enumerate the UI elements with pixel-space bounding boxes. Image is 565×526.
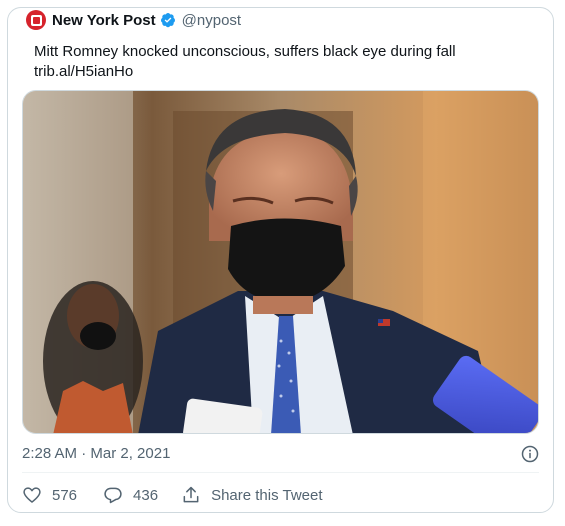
share-tweet-button[interactable]: Share this Tweet xyxy=(181,485,323,505)
tweet-text: Mitt Romney knocked unconscious, suffers… xyxy=(34,43,456,60)
heart-icon xyxy=(23,487,41,503)
like-button[interactable]: 576 xyxy=(22,485,77,505)
like-count: 576 xyxy=(52,486,78,504)
info-icon[interactable] xyxy=(521,445,539,468)
author-handle[interactable]: @nypost xyxy=(182,12,241,29)
reply-count: 436 xyxy=(133,486,159,504)
tweet-timestamp[interactable]: 2:28 AM · Mar 2, 2021 xyxy=(22,445,170,462)
actions-divider xyxy=(22,472,539,473)
tweet-actions: 576 436 Share this Tweet xyxy=(22,485,323,505)
tweet-author[interactable]: New York Post @nypost xyxy=(26,9,241,31)
verified-badge-icon xyxy=(160,12,176,28)
reply-bubble-icon xyxy=(104,487,122,504)
author-avatar[interactable] xyxy=(26,10,46,30)
author-name[interactable]: New York Post xyxy=(52,12,156,29)
reply-button[interactable]: 436 xyxy=(103,485,158,505)
share-upload-icon xyxy=(183,486,199,503)
tweet-link[interactable]: trib.al/H5ianHo xyxy=(34,62,133,82)
share-label: Share this Tweet xyxy=(211,486,323,504)
tweet-photo[interactable] xyxy=(22,90,539,434)
new-york-post-logo-icon xyxy=(30,14,42,26)
